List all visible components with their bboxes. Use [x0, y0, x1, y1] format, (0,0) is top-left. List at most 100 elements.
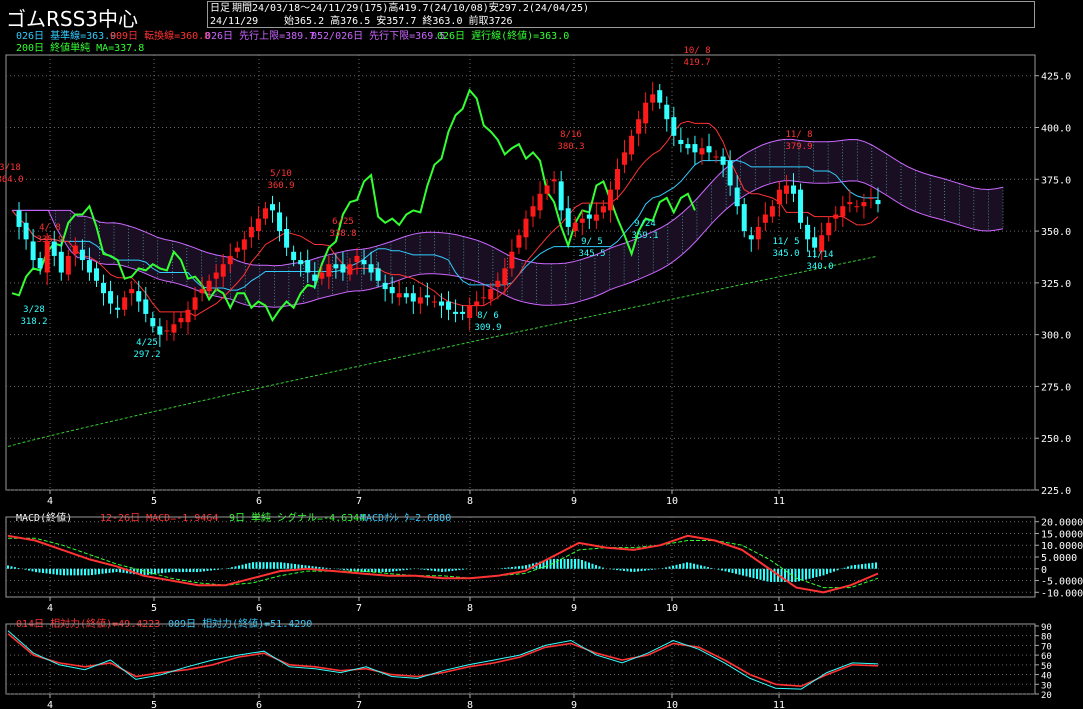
price-label-date-7: 8/16: [560, 130, 582, 140]
price-label-value-0: 364.0: [0, 175, 24, 185]
candle-body-40: [291, 251, 297, 261]
rsi-xtick-label-5: 9: [571, 700, 577, 709]
candle-body-37: [270, 204, 276, 211]
candles: [16, 81, 881, 348]
price-label-date-10: 10/ 8: [683, 46, 710, 56]
candle-body-56: [403, 293, 409, 298]
candle-body-46: [333, 264, 339, 269]
candle-body-121: [861, 202, 867, 207]
candle-body-1: [16, 210, 22, 227]
candle-body-43: [312, 274, 318, 281]
candle-body-12: [93, 268, 99, 281]
candle-body-83: [593, 214, 599, 221]
price-xtick-label-2: 6: [256, 496, 262, 507]
candle-body-91: [650, 94, 656, 103]
candle-body-70: [502, 268, 508, 285]
candle-body-120: [854, 206, 860, 208]
candle-body-54: [389, 287, 395, 294]
price-label-value-11: 345.0: [772, 249, 799, 259]
candle-body-81: [579, 218, 585, 223]
candle-body-36: [262, 208, 268, 219]
candle-body-42: [305, 260, 311, 273]
candle-body-109: [776, 189, 782, 205]
candle-body-28: [206, 280, 212, 292]
candle-body-60: [431, 301, 437, 303]
candle-body-106: [755, 226, 761, 240]
candle-body-107: [762, 214, 768, 223]
price-label-date-4: 5/10: [270, 169, 292, 179]
macd-ytick-label-2: 10.0000: [1041, 541, 1083, 552]
price-xtick-label-6: 10: [666, 496, 678, 507]
candle-body-59: [424, 295, 430, 298]
price-ytick-label-4: 325.0: [1041, 279, 1071, 290]
rsi-xtick-label-7: 11: [773, 700, 785, 709]
candle-body-17: [129, 289, 135, 294]
price-label-value-13: 340.0: [806, 262, 833, 272]
candle-body-30: [220, 264, 226, 277]
candle-body-31: [227, 255, 233, 265]
candle-body-3: [30, 241, 36, 261]
candle-body-21: [157, 326, 163, 335]
candle-body-86: [614, 168, 620, 190]
price-ytick-label-2: 375.0: [1041, 175, 1071, 186]
price-xtick-label-1: 5: [151, 496, 157, 507]
candle-body-66: [474, 301, 480, 306]
candle-body-52: [375, 268, 381, 281]
candle-body-75: [537, 193, 543, 211]
macd-xtick-label-6: 10: [666, 603, 678, 614]
candle-body-113: [805, 224, 811, 240]
candle-body-7: [58, 251, 64, 273]
candle-body-97: [692, 144, 698, 153]
price-label-value-9: 359.1: [631, 231, 658, 241]
candle-body-68: [488, 289, 494, 300]
candle-body-55: [396, 293, 402, 298]
candle-body-19: [143, 299, 149, 314]
candle-body-122: [868, 197, 874, 199]
candle-body-23: [171, 324, 177, 333]
macd-ytick-label-3: 5.0000: [1041, 553, 1077, 564]
price-label-date-8: 9/ 5: [581, 237, 603, 247]
candle-body-77: [551, 179, 557, 182]
candle-body-5: [44, 241, 50, 273]
candle-body-96: [685, 144, 691, 149]
rsi-ytick-label-2: 70: [1041, 642, 1052, 652]
candle-body-92: [657, 90, 663, 103]
candle-body-94: [671, 117, 677, 136]
price-label-value-2: 335.9: [36, 235, 63, 245]
candle-body-100: [713, 156, 719, 158]
candle-body-82: [586, 214, 592, 219]
candle-body-98: [699, 148, 705, 155]
candle-body-67: [481, 297, 487, 299]
candle-body-79: [565, 208, 571, 227]
candle-body-45: [326, 264, 332, 277]
rsi-ytick-label-1: 80: [1041, 633, 1052, 643]
candle-body-48: [347, 264, 353, 275]
candle-body-65: [467, 305, 473, 319]
rsi14-line: [7, 633, 879, 688]
price-xtick-label-4: 8: [467, 496, 473, 507]
price-ytick-label-3: 350.0: [1041, 227, 1071, 238]
macd-xtick-label-1: 5: [151, 603, 157, 614]
rsi-ytick-label-0: 90: [1041, 623, 1052, 633]
rsi-xtick-label-4: 8: [467, 700, 473, 709]
rsi-xtick-label-1: 5: [151, 700, 157, 709]
price-label-date-0: 3/18: [0, 163, 21, 173]
candle-body-47: [340, 264, 346, 273]
candle-body-27: [199, 289, 205, 294]
rsi-ytick-label-6: 30: [1041, 681, 1052, 691]
candle-body-119: [847, 202, 853, 205]
macd-ytick-label-5: -5.0000: [1041, 577, 1083, 588]
chart-stage: ゴムRSS3中心 日足 期間24/03/18〜24/11/29(175)高419…: [0, 0, 1083, 709]
price-xtick-label-3: 7: [356, 496, 362, 507]
price-label-value-12: 379.9: [785, 142, 812, 152]
price-label-date-3: 4/25: [136, 338, 158, 348]
candle-body-112: [798, 189, 804, 223]
candle-body-117: [833, 214, 839, 219]
candle-body-33: [241, 239, 247, 250]
candle-body-14: [108, 291, 114, 304]
rsi9-line: [7, 630, 879, 690]
macd-xtick-label-5: 9: [571, 603, 577, 614]
candle-body-116: [826, 222, 832, 236]
price-label-value-3: 297.2: [133, 350, 160, 360]
candle-body-24: [178, 318, 184, 323]
